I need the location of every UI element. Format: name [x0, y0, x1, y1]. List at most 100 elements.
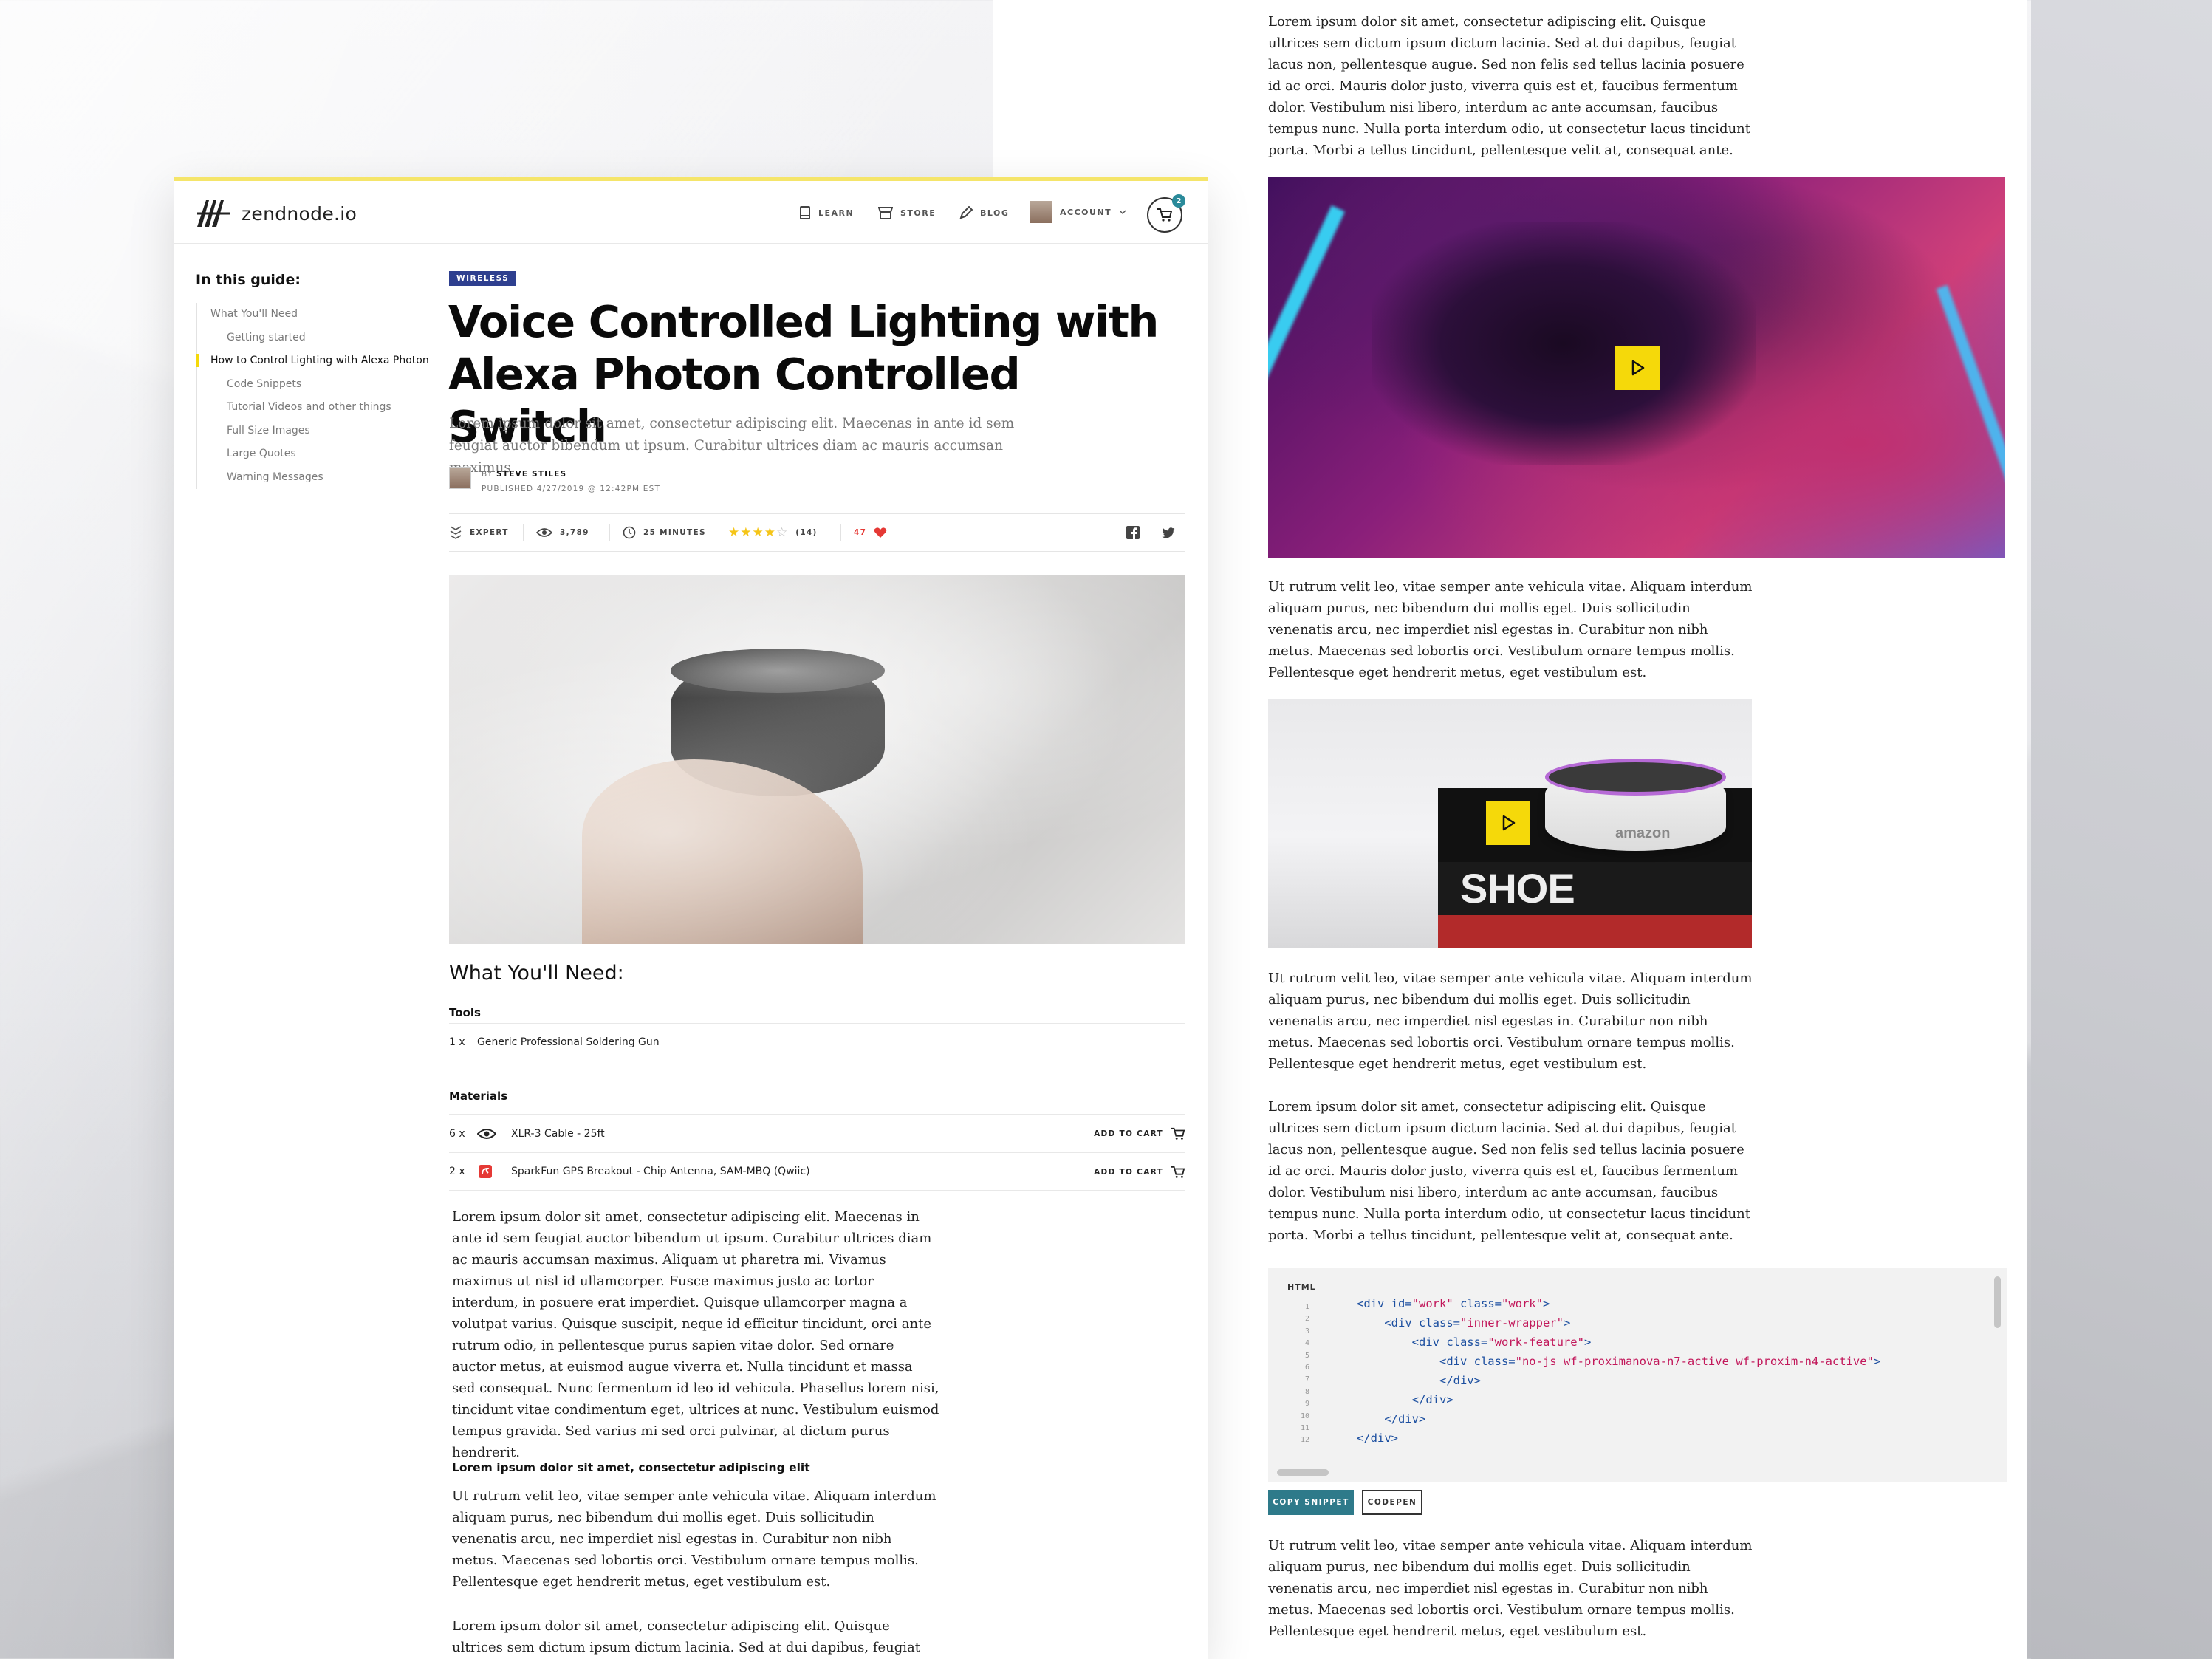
category-tag[interactable]: WIRELESS — [449, 271, 517, 286]
material-qty: 2 x — [449, 1166, 465, 1177]
article-page-window: zendnode.io LEARN STORE BLOG ACCOUNT 2 I… — [174, 177, 1208, 1659]
toc-item[interactable]: Code Snippets — [197, 373, 439, 397]
star-filled-icon: ★ — [752, 525, 764, 540]
code-language-label: HTML — [1287, 1282, 1316, 1292]
background-dark-shape — [2031, 0, 2212, 1659]
star-filled-icon: ★ — [740, 525, 753, 540]
author-name[interactable]: STEVE STILES — [496, 470, 566, 479]
echo-dot-video-thumbnail[interactable]: SHOE DOG❮PH amazon — [1268, 699, 1752, 948]
facebook-share[interactable] — [1126, 514, 1140, 551]
nav-store[interactable]: STORE — [878, 206, 936, 219]
materials-heading: Materials — [449, 1090, 508, 1103]
nav-store-label: STORE — [900, 208, 936, 218]
cart-icon — [1171, 1166, 1185, 1178]
tool-name: Generic Professional Soldering Gun — [477, 1036, 660, 1048]
cart-count-badge: 2 — [1172, 194, 1185, 208]
light-streak — [1268, 205, 1346, 386]
material-qty: 6 x — [449, 1127, 465, 1140]
eye-icon — [536, 528, 552, 537]
code-line-numbers: 1 2 3 4 5 6 7 8 9 10 11 12 — [1300, 1303, 1309, 1445]
rating-stars: ★★★★☆ — [728, 525, 788, 540]
heart-icon — [874, 527, 887, 538]
book-spine: SHOE DOG❮PH — [1438, 862, 1752, 948]
duration: 25 MINUTES — [623, 514, 706, 551]
rating[interactable]: ★★★★☆ (14) — [728, 514, 818, 551]
guide-toc: What You'll Need Getting started How to … — [196, 303, 439, 489]
material-name[interactable]: XLR-3 Cable - 25ft — [511, 1128, 605, 1140]
toc-item[interactable]: Tutorial Videos and other things — [197, 396, 439, 420]
horizontal-scrollbar[interactable] — [1277, 1469, 1329, 1476]
likes[interactable]: 47 — [854, 514, 887, 551]
code-lines: <div id="work" class="work"> <div class=… — [1357, 1297, 1881, 1445]
nav-blog[interactable]: BLOG — [959, 206, 1009, 219]
toc-item-active[interactable]: How to Control Lighting with Alexa Photo… — [196, 349, 439, 373]
section-heading: What You'll Need: — [449, 962, 624, 985]
store-icon — [878, 207, 893, 219]
chevron-down-icon — [1119, 210, 1126, 215]
paragraph: Ut rutrum velit leo, vitae semper ante v… — [1268, 971, 1753, 1072]
play-icon — [1502, 815, 1516, 831]
vertical-scrollbar[interactable] — [1994, 1276, 2001, 1328]
material-row: 6 x XLR-3 Cable - 25ft ADD TO CART — [449, 1114, 1185, 1152]
cart-button[interactable]: 2 — [1147, 194, 1185, 233]
tool-row: 1 x Generic Professional Soldering Gun — [449, 1023, 1185, 1061]
star-filled-icon: ★ — [764, 525, 776, 540]
toc-item[interactable]: Large Quotes — [197, 442, 439, 466]
level-chevrons-icon — [450, 526, 462, 539]
divider — [840, 524, 841, 541]
material-row: 2 x SparkFun GPS Breakout - Chip Antenna… — [449, 1152, 1185, 1191]
divider — [609, 524, 610, 541]
nav-account[interactable]: ACCOUNT — [1030, 201, 1126, 223]
play-button[interactable] — [1486, 801, 1530, 845]
book-icon — [800, 206, 810, 219]
pencil-icon — [959, 206, 973, 219]
star-filled-icon: ★ — [728, 525, 741, 540]
clock-icon — [623, 526, 636, 539]
tools-heading: Tools — [449, 1006, 481, 1019]
play-icon — [1631, 360, 1645, 376]
toc-item[interactable]: Full Size Images — [197, 420, 439, 443]
nav-account-label: ACCOUNT — [1060, 207, 1112, 217]
article-meta-bar: EXPERT 3,789 25 MINUTES ★★★★☆ (14) 47 — [449, 513, 1185, 552]
play-button[interactable] — [1615, 346, 1660, 390]
camera-shape — [1372, 222, 1756, 465]
material-name[interactable]: SparkFun GPS Breakout - Chip Antenna, SA… — [511, 1166, 810, 1177]
nav-learn-label: LEARN — [818, 208, 855, 218]
codepen-button[interactable]: CODEPEN — [1362, 1490, 1422, 1515]
nav-blog-label: BLOG — [980, 208, 1010, 218]
paragraph: Lorem ipsum dolor sit amet, consectetur … — [452, 1618, 921, 1655]
toc-item[interactable]: Getting started — [197, 326, 439, 350]
paragraph: Lorem ipsum dolor sit amet, consectetur … — [1268, 14, 1750, 158]
toc-item[interactable]: Warning Messages — [197, 466, 439, 490]
copy-snippet-button[interactable]: COPY SNIPPET — [1268, 1490, 1354, 1515]
avatar — [1030, 201, 1052, 223]
tool-qty: 1 x — [449, 1036, 465, 1048]
paragraph: Lorem ipsum dolor sit amet, consectetur … — [1268, 1099, 1750, 1243]
subheading: Lorem ipsum dolor sit amet, consectetur … — [452, 1461, 810, 1474]
toc-item[interactable]: What You'll Need — [197, 303, 439, 326]
echo-dot-top — [1545, 759, 1726, 796]
difficulty: EXPERT — [449, 514, 509, 551]
views: 3,789 — [536, 514, 589, 551]
light-streak — [1936, 284, 2005, 484]
publish-date: PUBLISHED 4/27/2019 @ 12:42PM EST — [482, 485, 661, 493]
brand-logo[interactable]: zendnode.io — [196, 197, 357, 230]
divider — [523, 524, 524, 541]
add-to-cart-button[interactable]: ADD TO CART — [1094, 1153, 1185, 1191]
cable-icon — [477, 1128, 496, 1139]
book-red — [1438, 915, 1752, 948]
paragraph: Ut rutrum velit leo, vitae semper ante v… — [1268, 579, 1753, 680]
guide-title: In this guide: — [196, 272, 301, 288]
camera-video-thumbnail[interactable] — [1268, 177, 2005, 558]
nav-learn[interactable]: LEARN — [799, 206, 854, 219]
hero-image-echo-dot-in-hand — [449, 575, 1185, 944]
facebook-icon — [1126, 526, 1140, 539]
sparkfun-icon — [479, 1165, 492, 1178]
rating-count: (14) — [795, 528, 818, 537]
twitter-icon — [1162, 527, 1175, 538]
brand-name: zendnode.io — [242, 202, 357, 225]
twitter-share[interactable] — [1162, 514, 1175, 551]
paragraph: Ut rutrum velit leo, vitae semper ante v… — [452, 1488, 936, 1590]
code-snippet[interactable]: HTML 1 2 3 4 5 6 7 8 9 10 11 12 <div id="work" clas… — [1268, 1268, 2007, 1482]
add-to-cart-button[interactable]: ADD TO CART — [1094, 1115, 1185, 1153]
